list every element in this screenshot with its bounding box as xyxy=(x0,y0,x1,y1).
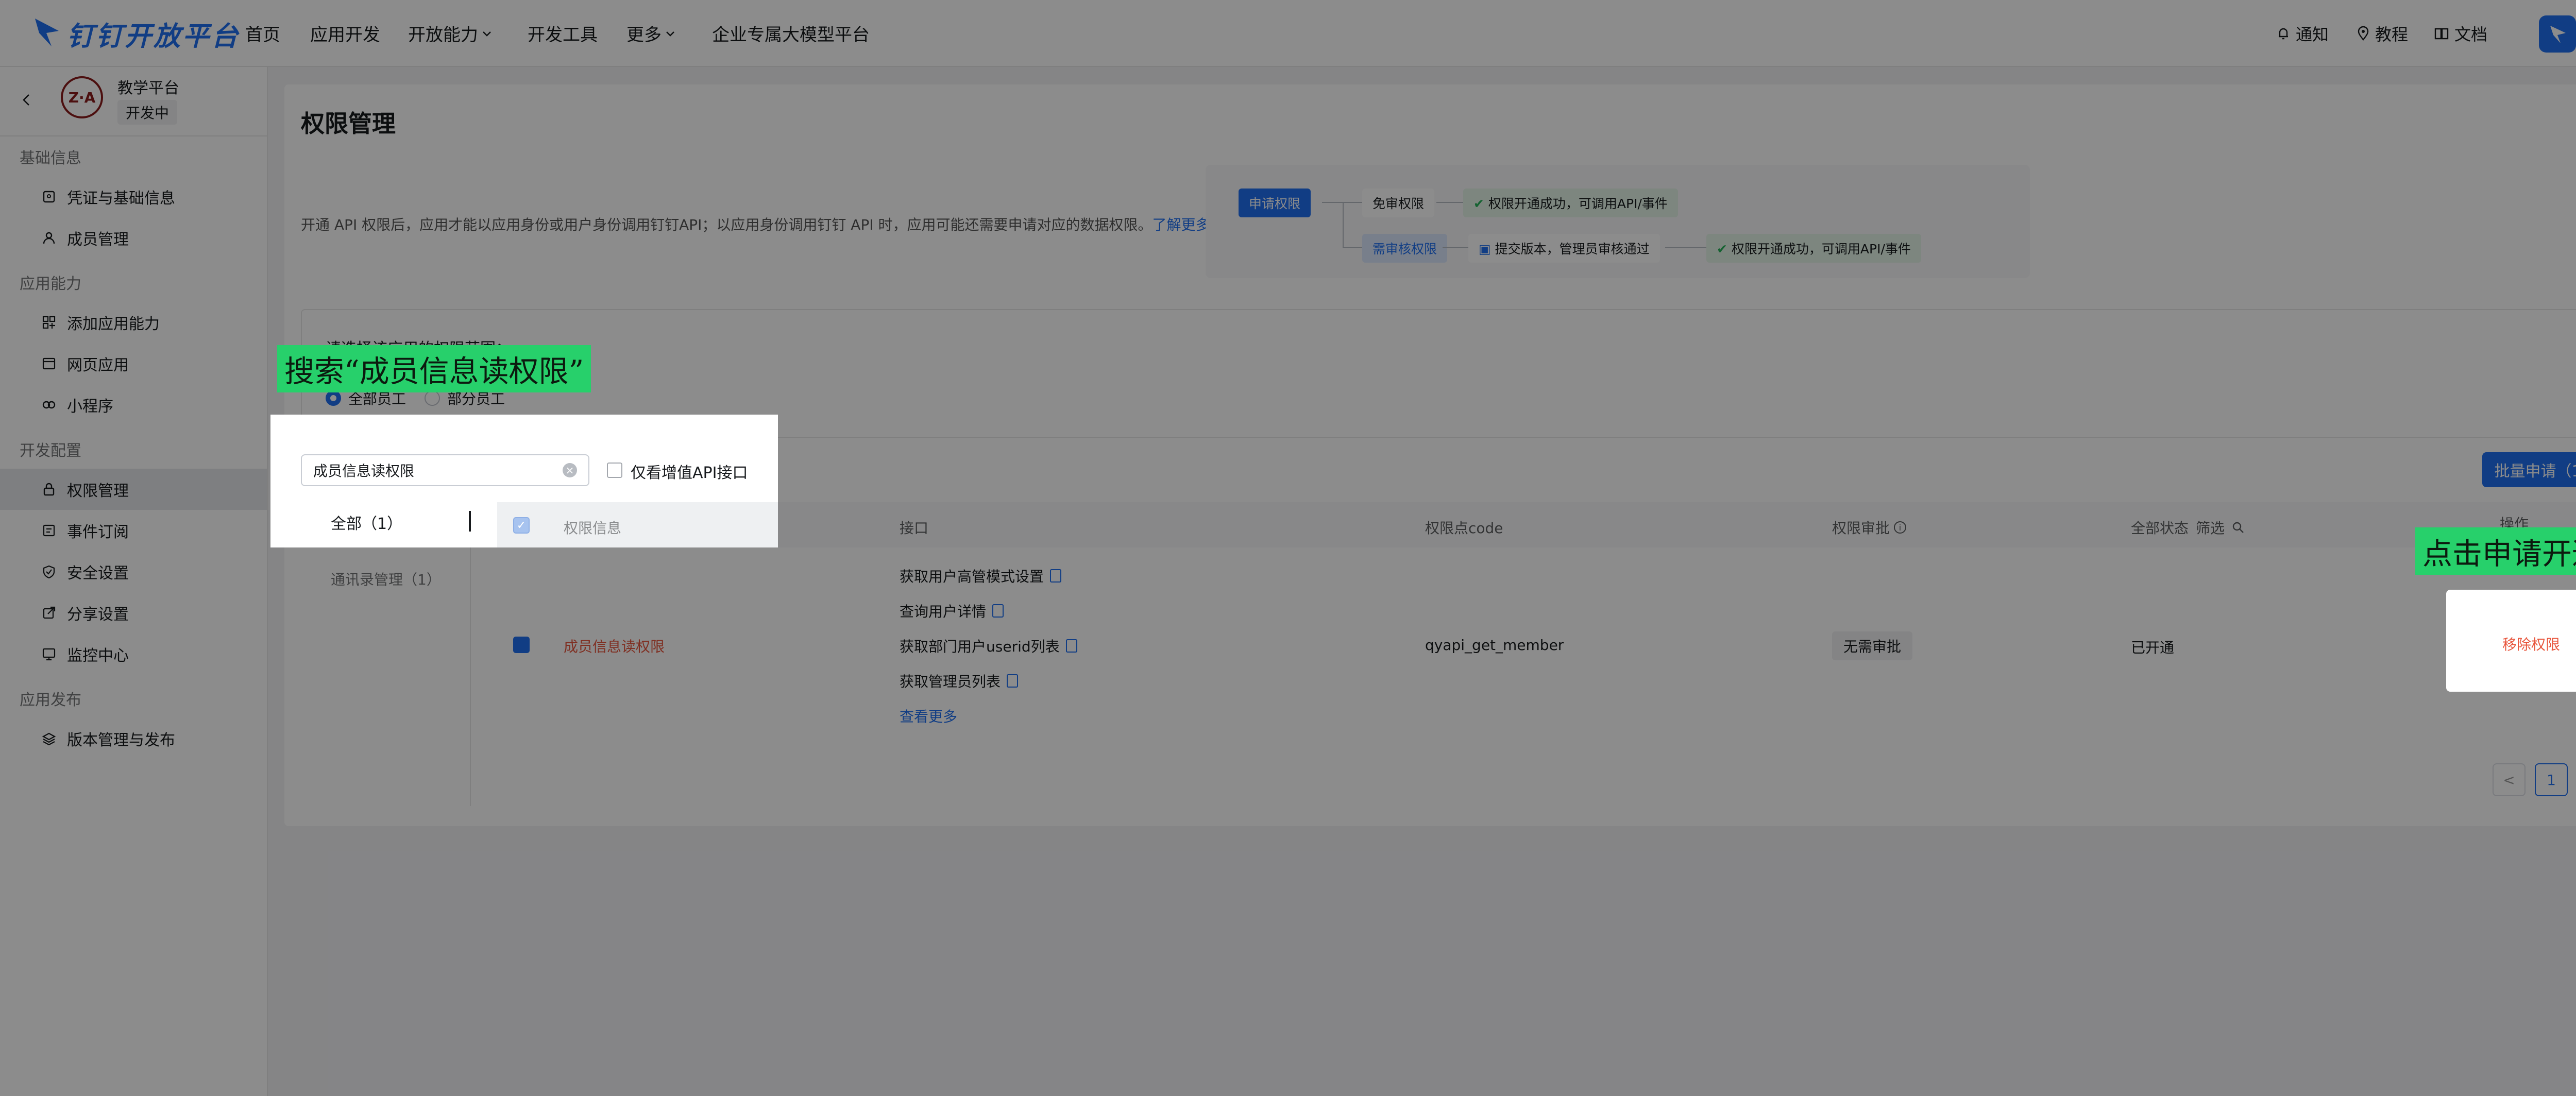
annotation-search: 搜索“成员信息读权限” xyxy=(277,345,591,392)
category-all[interactable]: 全部（1） xyxy=(331,511,402,534)
th-perm: 权限信息 xyxy=(564,520,622,537)
value-added-only-label: 仅看增值API接口 xyxy=(631,464,748,482)
remove-permission-link[interactable]: 移除权限 xyxy=(2446,633,2576,654)
clear-icon[interactable]: × xyxy=(563,463,577,477)
table-header-highlight xyxy=(497,502,778,547)
select-all-checkbox[interactable]: ✓ xyxy=(513,517,530,534)
category-active-indicator xyxy=(469,511,471,532)
search-input[interactable] xyxy=(301,454,589,486)
dim-overlay xyxy=(0,0,2576,1096)
annotation-click-apply: 点击申请开通 xyxy=(2415,527,2576,575)
value-added-only-checkbox[interactable] xyxy=(607,463,622,478)
